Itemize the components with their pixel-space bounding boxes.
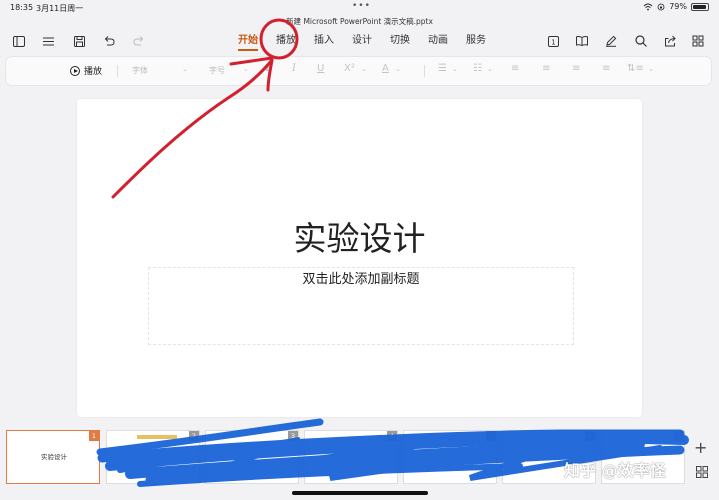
slide-thumbnail[interactable]: 3 (205, 430, 299, 484)
status-right: 79% (643, 2, 709, 11)
tab-service[interactable]: 服务 (457, 34, 495, 50)
ribbon-tabs: 开始 播放 插入 设计 切换 动画 服务 (229, 34, 495, 51)
play-button-label: 播放 (84, 67, 103, 77)
ribbon-divider (117, 65, 118, 77)
svg-text:1: 1 (551, 38, 555, 46)
thumbnail-title: 实验设计 (41, 453, 67, 461)
chevron-down-icon: ⌄ (182, 65, 188, 73)
chevron-down-icon: ⌄ (452, 65, 458, 73)
battery-percent: 79% (669, 2, 687, 11)
chevron-down-icon: ⌄ (395, 65, 401, 73)
tab-design[interactable]: 设计 (343, 34, 381, 50)
wifi-icon (643, 3, 653, 10)
slide-number-badge: 6 (585, 431, 595, 441)
redo-icon[interactable] (130, 32, 148, 50)
chevron-down-icon: ⌄ (361, 65, 367, 73)
align-left-icon[interactable]: ≡ (511, 63, 519, 74)
align-center-icon[interactable]: ≡ (542, 63, 550, 74)
bold-icon[interactable]: B (265, 63, 273, 74)
play-icon (70, 65, 80, 76)
add-slide-icon[interactable]: + (694, 438, 707, 457)
slide-thumbnail[interactable]: 1 实验设计 (6, 430, 100, 484)
slide-thumbnail[interactable]: 2 (106, 430, 200, 484)
bullet-list-icon[interactable]: ☰ (438, 63, 447, 74)
battery-icon (691, 2, 709, 11)
font-color-icon[interactable]: A (382, 63, 389, 74)
ribbon-divider (424, 65, 425, 77)
font-family-select[interactable]: 字体 (132, 65, 148, 76)
underline-icon[interactable]: U (317, 63, 324, 74)
subtitle-text: 双击此处添加副标题 (302, 272, 420, 287)
tab-home[interactable]: 开始 (229, 34, 267, 51)
play-button[interactable]: 播放 (70, 64, 102, 77)
status-bar: 18:35 3月11日周一 ••• 79% (0, 0, 719, 14)
slide-title[interactable]: 实验设计 (77, 212, 642, 260)
superscript-icon[interactable]: X² (344, 63, 355, 74)
slide-number-badge: 1 (89, 431, 99, 441)
slide-number-badge: 3 (288, 431, 298, 441)
italic-icon[interactable]: I (292, 63, 296, 74)
slide-number-icon[interactable]: 1 (544, 32, 562, 50)
thumbnail-graphic (137, 435, 177, 439)
slide-number-badge: 5 (486, 431, 496, 441)
tab-insert[interactable]: 插入 (305, 34, 343, 50)
tab-animation[interactable]: 动画 (419, 34, 457, 50)
slide-number-badge: 4 (387, 431, 397, 441)
slide-canvas[interactable]: 实验设计 双击此处添加副标题 (77, 99, 642, 417)
align-right-icon[interactable]: ≡ (572, 63, 580, 74)
chevron-down-icon: ⌄ (487, 65, 493, 73)
search-icon[interactable] (632, 32, 650, 50)
status-date: 3月11日周一 (36, 4, 84, 13)
lock-rotation-icon (657, 3, 665, 10)
multitasking-dots-icon[interactable]: ••• (352, 1, 371, 11)
sidebar-icon[interactable] (10, 32, 28, 50)
slide-number-badge: 7 (674, 431, 684, 441)
line-spacing-icon[interactable]: ⇅≡ (627, 63, 644, 74)
status-time: 18:35 (10, 3, 34, 12)
font-size-select[interactable]: 字号 (209, 65, 225, 76)
justify-icon[interactable]: ≡ (602, 63, 610, 74)
undo-icon[interactable] (100, 32, 118, 50)
document-title[interactable]: 新建 Microsoft PowerPoint 演示文稿.pptx (0, 16, 719, 27)
top-toolbar: 开始 播放 插入 设计 切换 动画 服务 1 (0, 28, 719, 54)
more-icon[interactable] (689, 32, 707, 50)
chevron-down-icon: ⌄ (648, 65, 654, 73)
home-ribbon: 播放 字体 ⌄ 字号 ⌄ B I U X² ⌄ A ⌄ ☰ ⌄ ☷ ⌄ ≡ ≡ … (6, 57, 711, 85)
menu-icon[interactable] (39, 32, 57, 50)
home-indicator[interactable] (292, 491, 428, 495)
numbered-list-icon[interactable]: ☷ (473, 63, 482, 74)
tab-transition[interactable]: 切换 (381, 34, 419, 50)
slide-thumbnail[interactable]: 4 (304, 430, 398, 484)
slide-number-badge: 2 (189, 431, 199, 441)
slide-thumbnail[interactable]: 5 (403, 430, 497, 484)
pen-icon[interactable] (602, 32, 620, 50)
tab-play[interactable]: 播放 (267, 34, 305, 50)
share-icon[interactable] (661, 32, 679, 50)
book-icon[interactable] (573, 32, 591, 50)
chevron-down-icon: ⌄ (243, 65, 249, 73)
subtitle-placeholder[interactable]: 双击此处添加副标题 (148, 267, 574, 345)
save-icon[interactable] (70, 32, 88, 50)
grid-view-icon[interactable] (696, 466, 708, 478)
watermark-text: 知乎 @效率怪 (564, 461, 666, 480)
